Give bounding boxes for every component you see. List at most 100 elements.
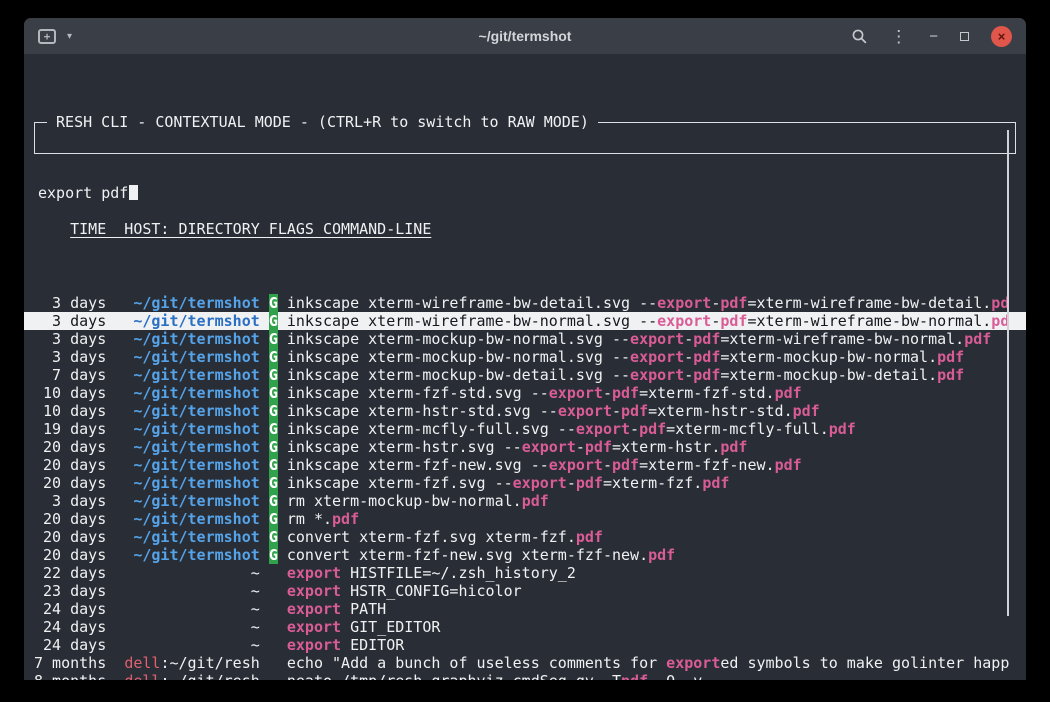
search-match: pdf [702, 474, 729, 492]
search-match: pdf [332, 510, 359, 528]
location-cell: ~/git/termshot [115, 420, 260, 438]
command-cell: rm *.pdf [287, 510, 359, 528]
kebab-menu-icon[interactable]: ⋮ [890, 28, 907, 45]
search-match: pdf [793, 402, 820, 420]
search-match: pdf [720, 312, 747, 330]
new-tab-button[interactable]: + [38, 29, 56, 44]
terminal-content: RESH CLI - CONTEXTUAL MODE - (CTRL+R to … [24, 54, 1026, 680]
history-list: 3 days ~/git/termshot G inkscape xterm-w… [24, 294, 1026, 680]
time-cell: 20 days [34, 510, 106, 528]
minimize-icon[interactable]: − [929, 29, 938, 44]
search-input[interactable]: export pdf [35, 177, 1015, 202]
command-cell: inkscape xterm-wireframe-bw-normal.svg -… [287, 312, 1009, 330]
history-row[interactable]: 7 months dell:~/git/resh echo "Add a bun… [24, 654, 1026, 672]
git-flag-badge: G [269, 456, 278, 474]
history-row[interactable]: 24 days ~ export GIT_EDITOR [24, 618, 1026, 636]
search-match: export [287, 600, 341, 618]
time-cell: 3 days [34, 492, 106, 510]
close-button[interactable]: × [991, 26, 1012, 47]
history-row[interactable]: 23 days ~ export HSTR_CONFIG=hicolor [24, 582, 1026, 600]
command-cell: rm xterm-mockup-bw-normal.pdf [287, 492, 549, 510]
search-match: export [666, 654, 720, 672]
command-cell: neato /tmp/resh-graphviz-cmdSeq.gv -Tpdf… [287, 672, 702, 680]
search-match: pdf [639, 420, 666, 438]
time-cell: 7 days [34, 366, 106, 384]
history-row[interactable]: 20 days ~/git/termshot G inkscape xterm-… [24, 438, 1026, 456]
search-match: export [522, 438, 576, 456]
chevron-down-icon[interactable]: ▾ [67, 31, 72, 42]
history-row[interactable]: 10 days ~/git/termshot G inkscape xterm-… [24, 384, 1026, 402]
scrollbar-thumb[interactable] [1007, 130, 1009, 616]
close-icon: × [998, 30, 1006, 43]
history-row[interactable]: 22 days ~ export HISTFILE=~/.zsh_history… [24, 564, 1026, 582]
command-cell: inkscape xterm-fzf.svg --export-pdf=xter… [287, 474, 730, 492]
history-row[interactable]: 24 days ~ export EDITOR [24, 636, 1026, 654]
git-flag-badge: G [269, 492, 278, 510]
location-cell: ~/git/termshot [115, 330, 260, 348]
time-cell: 10 days [34, 384, 106, 402]
search-icon[interactable] [851, 28, 868, 45]
history-row[interactable]: 24 days ~ export PATH [24, 600, 1026, 618]
search-match: export [287, 582, 341, 600]
time-cell: 24 days [34, 636, 106, 654]
history-row[interactable]: 20 days ~/git/termshot G convert xterm-f… [24, 546, 1026, 564]
search-match: export [657, 312, 711, 330]
time-cell: 20 days [34, 456, 106, 474]
search-match: pdf [775, 456, 802, 474]
time-cell: 22 days [34, 564, 106, 582]
time-cell: 3 days [34, 330, 106, 348]
history-row[interactable]: 20 days ~/git/termshot G inkscape xterm-… [24, 474, 1026, 492]
location-cell: dell:~/git/resh [115, 654, 260, 672]
time-cell: 7 months [34, 654, 106, 672]
command-cell: export HISTFILE=~/.zsh_history_2 [287, 564, 576, 582]
command-cell: inkscape xterm-wireframe-bw-detail.svg -… [287, 294, 1009, 312]
time-cell: 24 days [34, 600, 106, 618]
time-cell: 20 days [34, 546, 106, 564]
flag-cell [269, 564, 278, 582]
history-row[interactable]: 8 months dell:~/git/resh neato /tmp/resh… [24, 672, 1026, 680]
location-cell: ~ [115, 636, 260, 654]
search-match: pdf [612, 456, 639, 474]
history-row[interactable]: 3 days ~/git/termshot G inkscape xterm-w… [24, 312, 1026, 330]
command-cell: export GIT_EDITOR [287, 618, 441, 636]
search-match: pdf [621, 402, 648, 420]
history-row[interactable]: 3 days ~/git/termshot G inkscape xterm-m… [24, 348, 1026, 366]
git-flag-badge: G [269, 546, 278, 564]
history-row[interactable]: 3 days ~/git/termshot G rm xterm-mockup-… [24, 492, 1026, 510]
history-row[interactable]: 20 days ~/git/termshot G inkscape xterm-… [24, 456, 1026, 474]
search-query-text: export pdf [38, 184, 128, 202]
search-match: pdf [576, 528, 603, 546]
git-flag-badge: G [269, 438, 278, 456]
history-row[interactable]: 3 days ~/git/termshot G inkscape xterm-m… [24, 330, 1026, 348]
git-flag-badge: G [269, 402, 278, 420]
search-match: export [287, 564, 341, 582]
command-cell: inkscape xterm-mcfly-full.svg --export-p… [287, 420, 856, 438]
git-flag-badge: G [269, 366, 278, 384]
location-cell: ~/git/termshot [115, 294, 260, 312]
history-row[interactable]: 20 days ~/git/termshot G rm *.pdf [24, 510, 1026, 528]
command-cell: export PATH [287, 600, 386, 618]
flag-cell [269, 582, 278, 600]
search-match: pdf [693, 330, 720, 348]
history-row[interactable]: 10 days ~/git/termshot G inkscape xterm-… [24, 402, 1026, 420]
flag-cell [269, 636, 278, 654]
new-tab-icon: + [38, 29, 56, 44]
history-row[interactable]: 19 days ~/git/termshot G inkscape xterm-… [24, 420, 1026, 438]
search-match: export [630, 366, 684, 384]
history-row[interactable]: 20 days ~/git/termshot G convert xterm-f… [24, 528, 1026, 546]
search-match: pdf [937, 348, 964, 366]
titlebar-right-controls: ⋮ − × [851, 26, 1012, 47]
command-cell: inkscape xterm-mockup-bw-normal.svg --ex… [287, 330, 991, 348]
history-row[interactable]: 7 days ~/git/termshot G inkscape xterm-m… [24, 366, 1026, 384]
command-cell: convert xterm-fzf-new.svg xterm-fzf-new.… [287, 546, 675, 564]
location-cell: ~/git/termshot [115, 348, 260, 366]
location-cell: ~/git/termshot [115, 384, 260, 402]
restore-icon[interactable] [960, 32, 969, 41]
time-cell: 24 days [34, 618, 106, 636]
location-cell: ~/git/termshot [115, 312, 260, 330]
flag-cell [269, 672, 278, 680]
git-flag-badge: G [269, 474, 278, 492]
time-cell: 20 days [34, 474, 106, 492]
search-match: pdf [648, 546, 675, 564]
history-row[interactable]: 3 days ~/git/termshot G inkscape xterm-w… [24, 294, 1026, 312]
